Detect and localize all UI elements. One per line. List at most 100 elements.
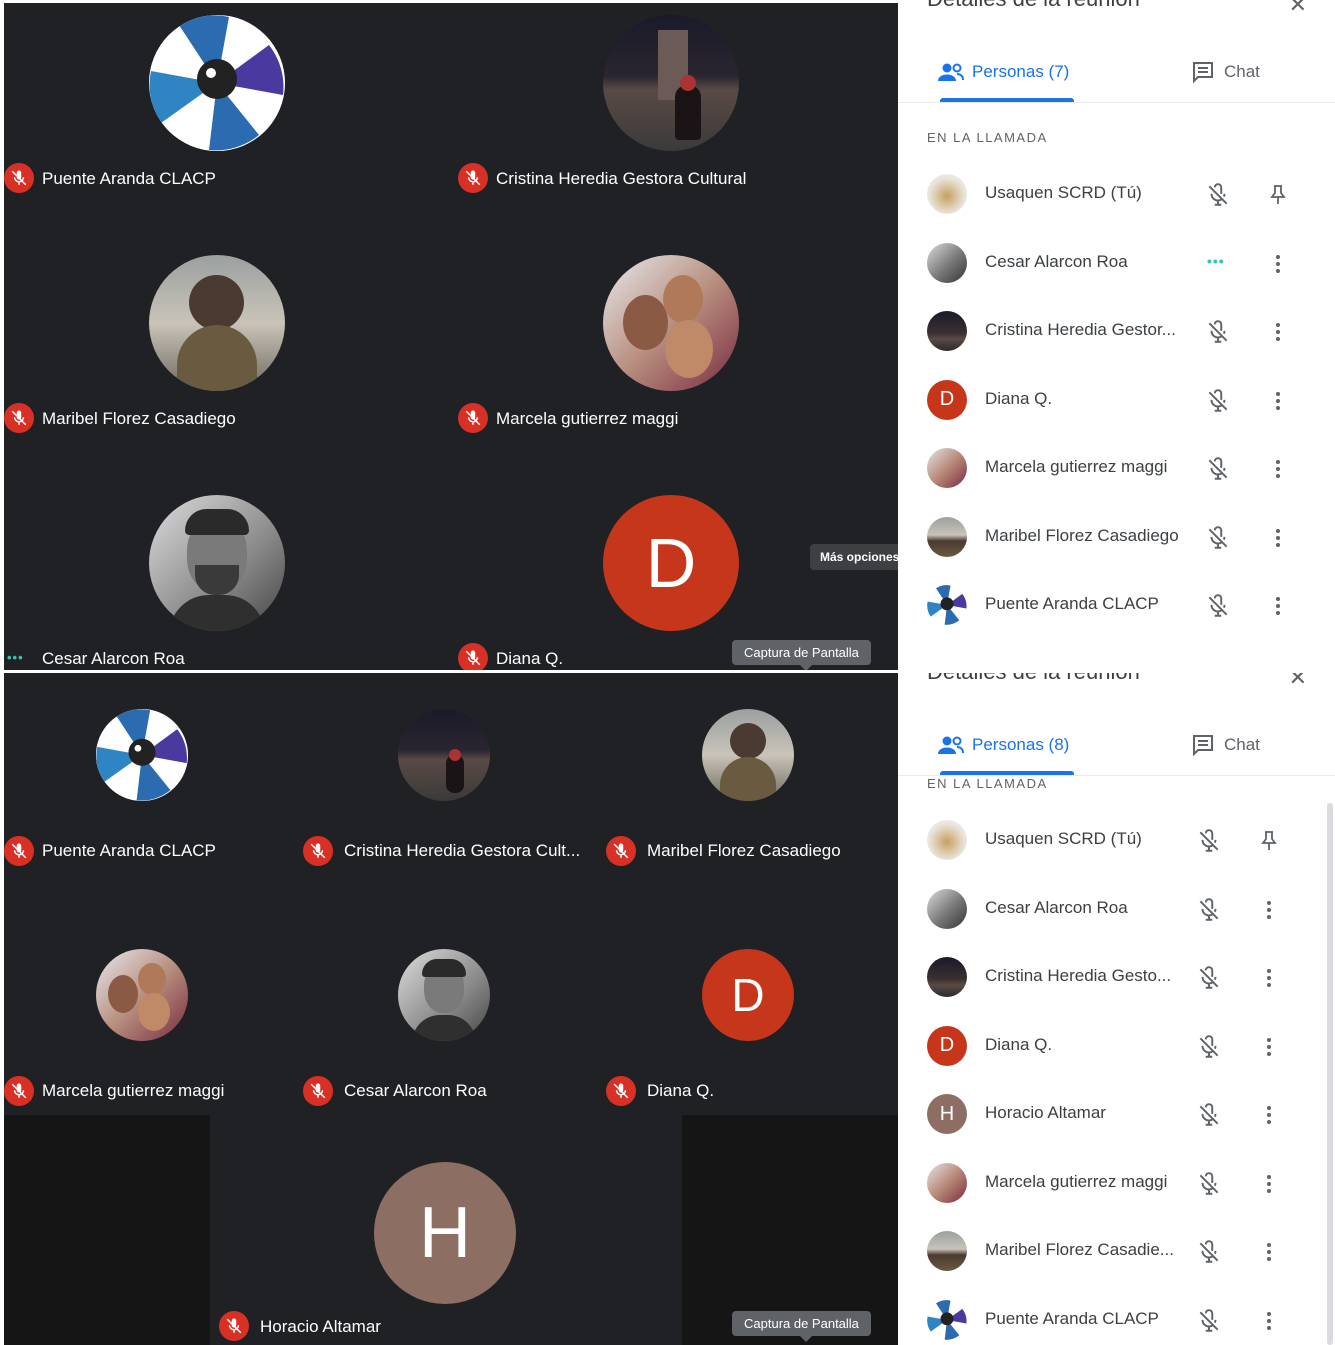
- more-options-icon[interactable]: [1266, 319, 1290, 350]
- participant-avatar: [398, 949, 490, 1041]
- more-options-icon[interactable]: [1266, 593, 1290, 624]
- mic-off-icon[interactable]: [1205, 525, 1231, 556]
- more-options-icon[interactable]: [1257, 897, 1281, 928]
- participant-tile[interactable]: Maribel Florez Casadiego: [4, 243, 454, 453]
- close-icon[interactable]: ✕: [1289, 673, 1307, 691]
- participant-row[interactable]: Maribel Florez Casadiego: [898, 503, 1335, 571]
- participant-avatar: [927, 585, 967, 625]
- more-options-icon[interactable]: [1257, 1034, 1281, 1065]
- mic-off-icon: [458, 403, 488, 433]
- pin-icon[interactable]: [1257, 828, 1281, 859]
- participant-name: Cristina Heredia Gesto...: [985, 966, 1172, 985]
- participant-name: Maribel Florez Casadiego: [647, 841, 841, 860]
- participant-avatar: [927, 1231, 967, 1271]
- participant-row[interactable]: Marcela gutierrez maggi: [898, 1149, 1335, 1217]
- tab-chat-label: Chat: [1224, 62, 1260, 81]
- participant-name: Maribel Florez Casadiego: [42, 409, 236, 428]
- mic-off-icon: [219, 1311, 249, 1341]
- participant-tile[interactable]: Cristina Heredia Gestora Cultural: [454, 3, 898, 213]
- participant-row[interactable]: Usaquen SCRD (Tú): [898, 160, 1335, 228]
- tooltip-text: Captura de Pantalla: [744, 1316, 859, 1331]
- more-options-icon[interactable]: [1257, 1308, 1281, 1339]
- participant-tile[interactable]: Puente Aranda CLACP: [4, 3, 454, 213]
- mic-off-icon[interactable]: [1205, 456, 1231, 487]
- mic-off-icon[interactable]: [1196, 1171, 1222, 1202]
- participant-row[interactable]: H Horacio Altamar: [898, 1080, 1335, 1148]
- participant-avatar: [149, 15, 285, 151]
- mic-off-icon[interactable]: [1196, 1102, 1222, 1133]
- mic-off-icon[interactable]: [1205, 593, 1231, 624]
- participant-avatar: [927, 820, 967, 860]
- video-grid: Puente Aranda CLACP Cristina Heredia Ges…: [4, 673, 898, 1345]
- more-options-icon[interactable]: [1266, 388, 1290, 419]
- participant-tile-featured[interactable]: H Horacio Altamar Captura de Pantalla: [4, 1115, 898, 1345]
- participant-name: Maribel Florez Casadie...: [985, 1240, 1174, 1259]
- participant-tile[interactable]: Marcela gutierrez maggi: [4, 913, 302, 1113]
- tab-people[interactable]: Personas (8): [938, 731, 1069, 759]
- participant-avatar: D: [702, 949, 794, 1041]
- mic-off-icon[interactable]: [1196, 965, 1222, 996]
- participant-row[interactable]: Cristina Heredia Gestor...: [898, 297, 1335, 365]
- mic-off-icon[interactable]: [1196, 897, 1222, 928]
- participant-avatar: [927, 448, 967, 488]
- participant-row[interactable]: Puente Aranda CLACP: [898, 1286, 1335, 1345]
- more-options-icon[interactable]: [1257, 1239, 1281, 1270]
- participant-name: Puente Aranda CLACP: [985, 594, 1159, 613]
- participant-row[interactable]: D Diana Q.: [898, 1012, 1335, 1080]
- mic-off-icon[interactable]: [1205, 388, 1231, 419]
- more-options-icon[interactable]: [1266, 251, 1290, 282]
- mic-off-icon[interactable]: [1196, 1239, 1222, 1270]
- more-options-icon[interactable]: [1257, 1171, 1281, 1202]
- participant-avatar: [96, 949, 188, 1041]
- panel-title: Detalles de la reunión: [927, 673, 1140, 685]
- avatar-letter: D: [939, 1034, 955, 1056]
- participant-tile[interactable]: Marcela gutierrez maggi: [454, 243, 898, 453]
- section-in-call: EN LA LLAMADA: [927, 776, 1048, 791]
- mic-off-icon: [606, 1076, 636, 1106]
- mic-off-icon: [458, 643, 488, 670]
- mic-off-icon[interactable]: [1205, 319, 1231, 350]
- participant-row[interactable]: Cristina Heredia Gesto...: [898, 943, 1335, 1011]
- participant-row[interactable]: Marcela gutierrez maggi: [898, 434, 1335, 502]
- more-options-icon[interactable]: [1257, 965, 1281, 996]
- participant-name: Usaquen SCRD (Tú): [985, 829, 1142, 848]
- participant-avatar: [398, 709, 490, 801]
- more-options-icon[interactable]: [1257, 1102, 1281, 1133]
- chat-icon: [1193, 735, 1213, 757]
- participant-tile[interactable]: D Diana Q.: [604, 913, 898, 1113]
- participant-name: Puente Aranda CLACP: [985, 1308, 1159, 1328]
- participant-tile[interactable]: Puente Aranda CLACP: [4, 673, 302, 873]
- participant-tile[interactable]: Cristina Heredia Gestora Cult...: [302, 673, 602, 873]
- section-in-call: EN LA LLAMADA: [927, 130, 1048, 145]
- mic-off-icon[interactable]: [1196, 828, 1222, 859]
- tab-chat-label: Chat: [1224, 735, 1260, 754]
- participant-name: Marcela gutierrez maggi: [985, 1171, 1168, 1191]
- mic-off-icon[interactable]: [1205, 182, 1231, 213]
- close-icon[interactable]: ✕: [1289, 0, 1307, 18]
- mic-off-icon: [458, 163, 488, 193]
- participant-avatar: [927, 957, 967, 997]
- participant-name: Cesar Alarcon Roa: [42, 649, 185, 668]
- more-options-icon[interactable]: [1266, 456, 1290, 487]
- participant-row[interactable]: Cesar Alarcon Roa: [898, 875, 1335, 943]
- tab-chat[interactable]: Chat: [1190, 58, 1260, 86]
- tab-chat[interactable]: Chat: [1190, 731, 1260, 759]
- participant-avatar: D: [927, 1025, 967, 1066]
- participant-row[interactable]: Usaquen SCRD (Tú): [898, 806, 1335, 874]
- participant-row[interactable]: Cesar Alarcon Roa •••: [898, 229, 1335, 297]
- participant-row[interactable]: Maribel Florez Casadie...: [898, 1217, 1335, 1285]
- participant-row[interactable]: D Diana Q.: [898, 366, 1335, 434]
- pin-icon[interactable]: [1266, 182, 1290, 213]
- video-grid: Puente Aranda CLACP Cristina Heredia Ges…: [4, 3, 898, 670]
- participant-tile[interactable]: Cesar Alarcon Roa: [302, 913, 602, 1113]
- tooltip-more-options: Más opciones: [810, 544, 898, 570]
- participant-tile[interactable]: ••• Cesar Alarcon Roa: [4, 483, 454, 670]
- mic-off-icon[interactable]: [1196, 1308, 1222, 1339]
- more-options-icon[interactable]: [1266, 525, 1290, 556]
- participant-name: Horacio Altamar: [260, 1317, 381, 1336]
- mic-off-icon[interactable]: [1196, 1034, 1222, 1065]
- tab-people[interactable]: Personas (7): [938, 58, 1069, 86]
- participant-tile[interactable]: Maribel Florez Casadiego: [604, 673, 898, 873]
- participant-name: Marcela gutierrez maggi: [42, 1081, 225, 1100]
- participant-row[interactable]: Puente Aranda CLACP: [898, 571, 1335, 639]
